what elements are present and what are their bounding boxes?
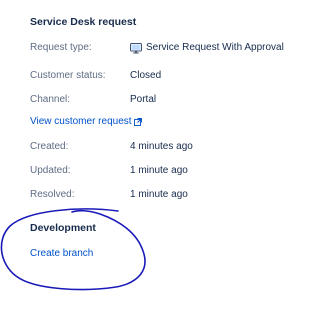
annotation-circle bbox=[0, 208, 146, 291]
